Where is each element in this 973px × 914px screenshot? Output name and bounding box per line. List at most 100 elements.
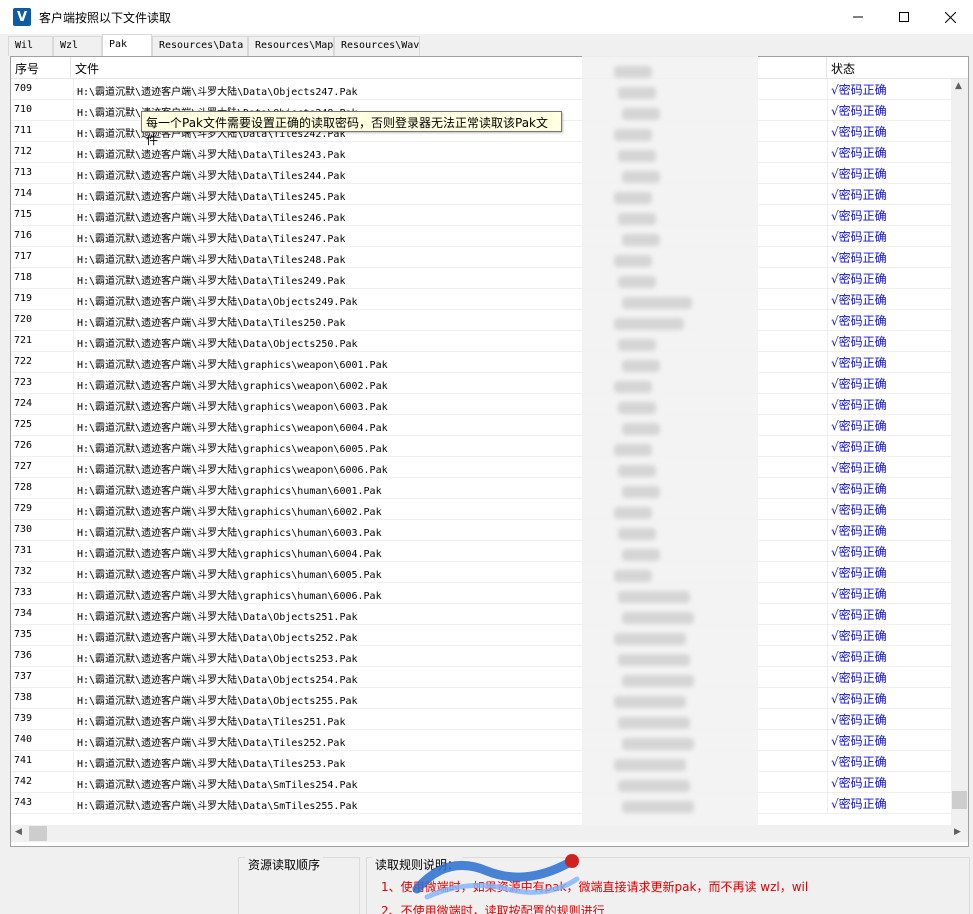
table-row[interactable]: 729 H:\霸道沉默\遗迹客户端\斗罗大陆\graphics\human\600… xyxy=(11,499,951,520)
row-status: √密码正确 xyxy=(827,520,951,541)
row-status: √密码正确 xyxy=(827,373,951,394)
table-row[interactable]: 739 H:\霸道沉默\遗迹客户端\斗罗大陆\Data\Tiles251.Pak √… xyxy=(11,709,951,730)
row-id: 710 xyxy=(14,104,33,115)
row-id: 713 xyxy=(14,167,33,178)
row-id: 728 xyxy=(14,482,33,493)
row-status: √密码正确 xyxy=(827,100,951,121)
scroll-right-icon[interactable]: ▶ xyxy=(954,827,961,837)
table-row[interactable]: 735 H:\霸道沉默\遗迹客户端\斗罗大陆\Data\Objects252.Pa… xyxy=(11,625,951,646)
redacted-column xyxy=(582,56,758,826)
tab-pak[interactable]: Pak xyxy=(102,34,152,56)
table-row[interactable]: 718 H:\霸道沉默\遗迹客户端\斗罗大陆\Data\Tiles249.Pak √… xyxy=(11,268,951,289)
redaction-smudge xyxy=(618,402,656,414)
redaction-smudge xyxy=(614,255,652,267)
table-row[interactable]: 716 H:\霸道沉默\遗迹客户端\斗罗大陆\Data\Tiles247.Pak √… xyxy=(11,226,951,247)
redaction-smudge xyxy=(622,801,694,813)
scroll-left-icon[interactable]: ◀ xyxy=(15,827,22,837)
row-status: √密码正确 xyxy=(827,604,951,625)
window-title: 客户端按照以下文件读取 xyxy=(39,10,172,25)
row-id: 724 xyxy=(14,398,33,409)
row-file-path: H:\霸道沉默\遗迹客户端\斗罗大陆\Data\Objects251.Pak xyxy=(73,604,603,625)
minimize-button[interactable] xyxy=(835,0,881,34)
row-status: √密码正确 xyxy=(827,625,951,646)
window-controls xyxy=(835,0,973,34)
row-status: √密码正确 xyxy=(827,709,951,730)
minimize-icon xyxy=(853,16,863,18)
table-row[interactable]: 714 H:\霸道沉默\遗迹客户端\斗罗大陆\Data\Tiles245.Pak √… xyxy=(11,184,951,205)
row-id: 718 xyxy=(14,272,33,283)
table-row[interactable]: 728 H:\霸道沉默\遗迹客户端\斗罗大陆\graphics\human\600… xyxy=(11,478,951,499)
file-list[interactable]: 序号 文件 状态 709 H:\霸道沉默\遗迹客户端\斗罗大陆\Data\Obje… xyxy=(10,56,969,847)
table-row[interactable]: 721 H:\霸道沉默\遗迹客户端\斗罗大陆\Data\Objects250.Pa… xyxy=(11,331,951,352)
row-id: 726 xyxy=(14,440,33,451)
table-row[interactable]: 720 H:\霸道沉默\遗迹客户端\斗罗大陆\Data\Tiles250.Pak √… xyxy=(11,310,951,331)
table-row[interactable]: 733 H:\霸道沉默\遗迹客户端\斗罗大陆\graphics\human\600… xyxy=(11,583,951,604)
tab-resources-data[interactable]: Resources\Data xyxy=(152,36,248,56)
table-row[interactable]: 738 H:\霸道沉默\遗迹客户端\斗罗大陆\Data\Objects255.Pa… xyxy=(11,688,951,709)
redaction-smudge xyxy=(622,297,692,309)
table-row[interactable]: 717 H:\霸道沉默\遗迹客户端\斗罗大陆\Data\Tiles248.Pak √… xyxy=(11,247,951,268)
tab-wzl[interactable]: Wzl xyxy=(53,36,102,56)
table-row[interactable]: 734 H:\霸道沉默\遗迹客户端\斗罗大陆\Data\Objects251.Pa… xyxy=(11,604,951,625)
table-row[interactable]: 709 H:\霸道沉默\遗迹客户端\斗罗大陆\Data\Objects247.Pa… xyxy=(11,79,951,100)
tab-resources-map[interactable]: Resources\Map xyxy=(248,36,334,56)
row-id: 738 xyxy=(14,692,33,703)
table-row[interactable]: 726 H:\霸道沉默\遗迹客户端\斗罗大陆\graphics\weapon\60… xyxy=(11,436,951,457)
row-status: √密码正确 xyxy=(827,205,951,226)
column-header-id[interactable]: 序号 xyxy=(11,57,71,79)
table-row[interactable]: 715 H:\霸道沉默\遗迹客户端\斗罗大陆\Data\Tiles246.Pak √… xyxy=(11,205,951,226)
vertical-scrollbar[interactable]: ▲ xyxy=(951,79,968,825)
tab-resources-wav[interactable]: Resources\Wav xyxy=(334,36,420,56)
table-row[interactable]: 723 H:\霸道沉默\遗迹客户端\斗罗大陆\graphics\weapon\60… xyxy=(11,373,951,394)
redaction-smudge xyxy=(622,234,660,246)
row-status: √密码正确 xyxy=(827,268,951,289)
row-file-path: H:\霸道沉默\遗迹客户端\斗罗大陆\graphics\human\6003.P… xyxy=(73,520,603,541)
table-row[interactable]: 736 H:\霸道沉默\遗迹客户端\斗罗大陆\Data\Objects253.Pa… xyxy=(11,646,951,667)
redaction-smudge xyxy=(614,381,652,393)
redaction-smudge xyxy=(614,507,652,519)
close-button[interactable] xyxy=(927,0,973,34)
horizontal-scrollbar[interactable]: ◀ ▶ xyxy=(11,825,968,842)
tooltip: 每一个Pak文件需要设置正确的读取密码，否则登录器无法正常读取该Pak文件 xyxy=(141,111,562,147)
redaction-smudge xyxy=(614,696,686,708)
redaction-smudge xyxy=(614,66,652,78)
table-row[interactable]: 722 H:\霸道沉默\遗迹客户端\斗罗大陆\graphics\weapon\60… xyxy=(11,352,951,373)
table-row[interactable]: 742 H:\霸道沉默\遗迹客户端\斗罗大陆\Data\SmTiles254.Pa… xyxy=(11,772,951,793)
vertical-scroll-thumb[interactable] xyxy=(952,791,967,809)
table-row[interactable]: 740 H:\霸道沉默\遗迹客户端\斗罗大陆\Data\Tiles252.Pak √… xyxy=(11,730,951,751)
table-row[interactable]: 732 H:\霸道沉默\遗迹客户端\斗罗大陆\graphics\human\600… xyxy=(11,562,951,583)
table-row[interactable]: 727 H:\霸道沉默\遗迹客户端\斗罗大陆\graphics\weapon\60… xyxy=(11,457,951,478)
table-row[interactable]: 724 H:\霸道沉默\遗迹客户端\斗罗大陆\graphics\weapon\60… xyxy=(11,394,951,415)
row-id: 741 xyxy=(14,755,33,766)
row-id: 740 xyxy=(14,734,33,745)
redaction-smudge xyxy=(622,675,694,687)
row-status: √密码正确 xyxy=(827,163,951,184)
horizontal-scroll-thumb[interactable] xyxy=(29,826,47,841)
table-row[interactable]: 741 H:\霸道沉默\遗迹客户端\斗罗大陆\Data\Tiles253.Pak √… xyxy=(11,751,951,772)
row-file-path: H:\霸道沉默\遗迹客户端\斗罗大陆\Data\Tiles249.Pak xyxy=(73,268,603,289)
row-file-path: H:\霸道沉默\遗迹客户端\斗罗大陆\Data\Objects252.Pak xyxy=(73,625,603,646)
row-file-path: H:\霸道沉默\遗迹客户端\斗罗大陆\graphics\human\6004.P… xyxy=(73,541,603,562)
row-file-path: H:\霸道沉默\遗迹客户端\斗罗大陆\Data\SmTiles255.Pak xyxy=(73,793,603,814)
row-id: 715 xyxy=(14,209,33,220)
table-row[interactable]: 730 H:\霸道沉默\遗迹客户端\斗罗大陆\graphics\human\600… xyxy=(11,520,951,541)
column-header-status[interactable]: 状态 xyxy=(827,57,951,79)
row-status: √密码正确 xyxy=(827,541,951,562)
redaction-smudge xyxy=(614,759,686,771)
table-row[interactable]: 719 H:\霸道沉默\遗迹客户端\斗罗大陆\Data\Objects249.Pa… xyxy=(11,289,951,310)
row-id: 712 xyxy=(14,146,33,157)
scroll-up-icon[interactable]: ▲ xyxy=(955,81,962,91)
maximize-button[interactable] xyxy=(881,0,927,34)
table-row[interactable]: 743 H:\霸道沉默\遗迹客户端\斗罗大陆\Data\SmTiles255.Pa… xyxy=(11,793,951,814)
table-row[interactable]: 731 H:\霸道沉默\遗迹客户端\斗罗大陆\graphics\human\600… xyxy=(11,541,951,562)
row-id: 735 xyxy=(14,629,33,640)
tab-wil[interactable]: Wil xyxy=(8,36,53,56)
row-file-path: H:\霸道沉默\遗迹客户端\斗罗大陆\graphics\weapon\6006.… xyxy=(73,457,603,478)
row-file-path: H:\霸道沉默\遗迹客户端\斗罗大陆\Data\Tiles250.Pak xyxy=(73,310,603,331)
redaction-smudge xyxy=(614,129,652,141)
close-icon xyxy=(944,11,956,23)
redaction-smudge xyxy=(622,612,694,624)
table-row[interactable]: 737 H:\霸道沉默\遗迹客户端\斗罗大陆\Data\Objects254.Pa… xyxy=(11,667,951,688)
table-row[interactable]: 725 H:\霸道沉默\遗迹客户端\斗罗大陆\graphics\weapon\60… xyxy=(11,415,951,436)
table-row[interactable]: 713 H:\霸道沉默\遗迹客户端\斗罗大陆\Data\Tiles244.Pak √… xyxy=(11,163,951,184)
